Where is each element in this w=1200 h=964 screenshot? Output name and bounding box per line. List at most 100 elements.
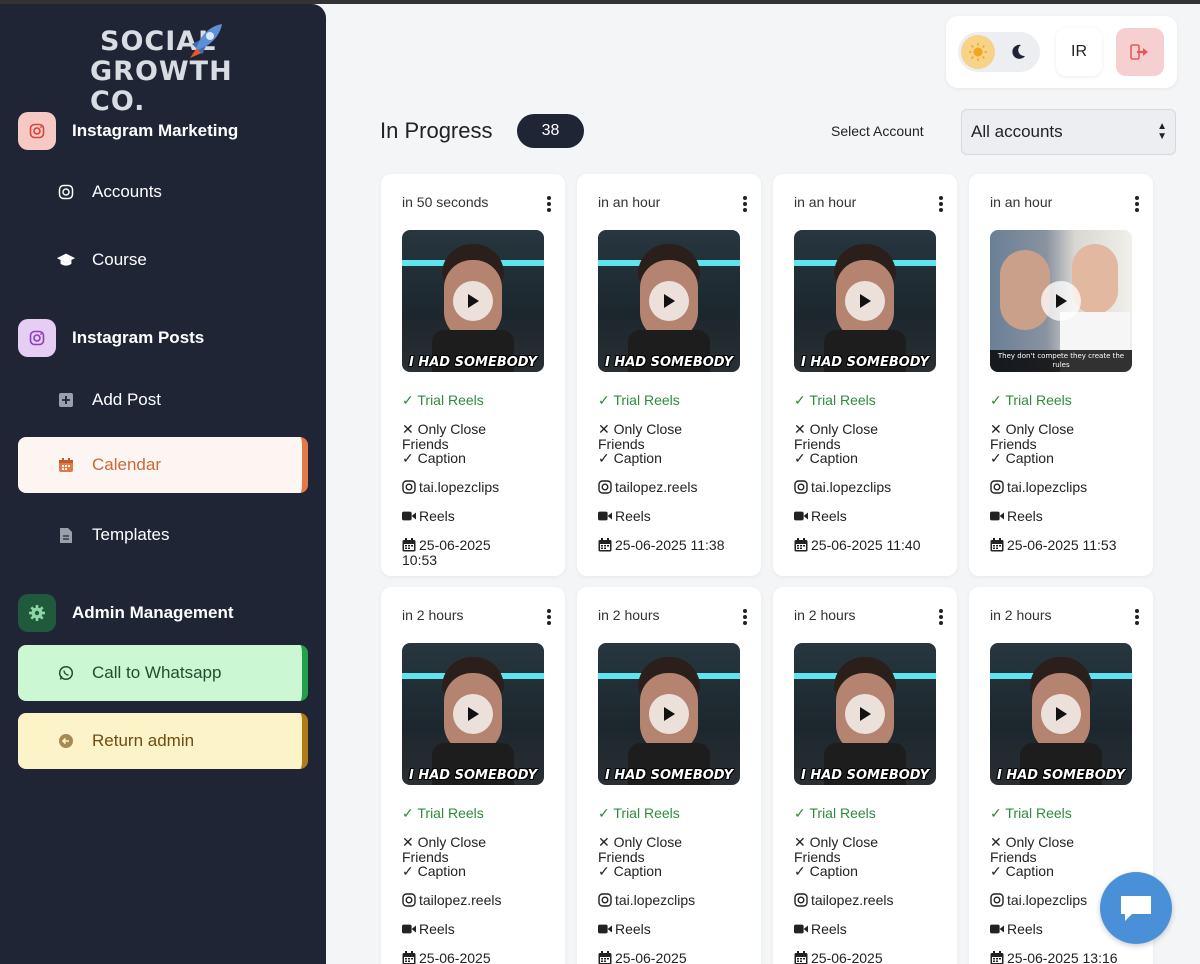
sidebar-item-templates[interactable]: Templates [18,507,308,563]
sidebar-item-label: Return admin [92,731,195,750]
more-vertical-icon[interactable] [939,196,945,212]
more-vertical-icon[interactable] [1135,196,1141,212]
sidebar-item-label: Templates [92,525,170,544]
play-icon[interactable] [649,281,689,321]
instagram-icon [18,319,56,357]
type-row: Reels [990,509,1043,524]
post-card[interactable]: in an hour They don't compete they create… [969,174,1153,576]
account-select[interactable]: All accounts ▲ ▼ [961,109,1176,155]
instagram-icon [990,893,1004,907]
trial-reels-status: ✓ Trial Reels [402,393,484,408]
card-text: Only Close Friends [990,834,1075,865]
play-icon[interactable] [1041,694,1081,734]
instagram-icon [990,480,1004,494]
more-vertical-icon[interactable] [1135,609,1141,625]
post-card[interactable]: in an hour I HAD SOMEBODY ✓ Trial Reels ✕ O… [577,174,761,576]
section-label: Admin Management [72,603,234,622]
calendar-icon [402,538,416,552]
thumbnail-caption: They don't compete they create the rules [990,350,1132,372]
instagram-icon [598,480,612,494]
page-title: In Progress [380,118,493,143]
close-friends-status: ✕ Only Close Friends [402,422,522,452]
sun-icon[interactable] [961,35,995,69]
play-icon[interactable] [845,694,885,734]
card-text: tai.lopezclips [1007,479,1088,495]
play-icon[interactable] [845,281,885,321]
sidebar-item-label: Calendar [92,455,161,474]
post-thumbnail[interactable]: I HAD SOMEBODY [990,643,1132,785]
play-icon[interactable] [453,281,493,321]
more-vertical-icon[interactable] [547,609,553,625]
sidebar-item-calendar[interactable]: Calendar [18,437,308,493]
graduation-cap-icon [56,250,76,270]
play-icon[interactable] [649,694,689,734]
calendar-icon [598,538,612,552]
trial-reels-status: ✓ Trial Reels [794,806,876,821]
trial-reels-status: ✓ Trial Reels [990,806,1072,821]
post-thumbnail[interactable]: I HAD SOMEBODY [598,643,740,785]
theme-toggle[interactable] [958,32,1040,72]
calendar-icon [598,951,612,964]
sidebar-item-whatsapp[interactable]: Call to Whatsapp [18,645,308,701]
post-thumbnail[interactable]: They don't compete they create the rules [990,230,1132,372]
more-vertical-icon[interactable] [743,196,749,212]
post-card[interactable]: in an hour I HAD SOMEBODY ✓ Trial Reels ✕ O… [773,174,957,576]
brand-logo[interactable]: SOCIAL GROWTH CO. [90,22,240,117]
post-thumbnail[interactable]: I HAD SOMEBODY [794,643,936,785]
section-instagram-posts[interactable]: Instagram Posts [18,319,204,357]
calendar-icon [794,538,808,552]
post-thumbnail[interactable]: I HAD SOMEBODY [402,643,544,785]
more-vertical-icon[interactable] [939,609,945,625]
card-text: Trial Reels [809,805,876,821]
post-thumbnail[interactable]: I HAD SOMEBODY [598,230,740,372]
more-vertical-icon[interactable] [743,609,749,625]
select-account-label: Select Account [831,123,924,139]
card-text: Trial Reels [1005,805,1072,821]
moon-icon[interactable] [1006,40,1030,64]
rocket-icon [190,24,222,58]
date-row: 25-06-2025 11:40 [794,538,954,553]
post-card[interactable]: in 2 hours I HAD SOMEBODY ✓ Trial Reels ✕ O… [773,587,957,964]
play-icon[interactable] [453,694,493,734]
chat-button[interactable] [1100,872,1172,944]
card-text: Trial Reels [1005,392,1072,408]
type-row: Reels [402,922,455,937]
post-card[interactable]: in 2 hours I HAD SOMEBODY ✓ Trial Reels ✕ O… [381,587,565,964]
post-card[interactable]: in 50 seconds I HAD SOMEBODY ✓ Trial Reels… [381,174,565,576]
sidebar-item-course[interactable]: Course [18,232,308,288]
instagram-icon [794,893,808,907]
sidebar-item-accounts[interactable]: Accounts [18,164,308,220]
type-row: Reels [598,922,651,937]
whatsapp-icon [56,663,76,683]
sidebar-item-add-post[interactable]: Add Post [18,372,308,428]
logout-button[interactable] [1116,28,1164,76]
x-icon: ✕ [990,421,1002,437]
caption-status: ✓ Caption [402,451,466,466]
card-text: Caption [613,863,662,879]
section-instagram-marketing[interactable]: Instagram Marketing [18,112,238,150]
x-icon: ✕ [794,421,806,437]
language-button[interactable]: IR [1056,28,1102,76]
section-admin-management[interactable]: Admin Management [18,594,234,632]
count-badge: 38 [517,114,584,148]
sidebar-item-return-admin[interactable]: Return admin [18,713,308,769]
account-row: tailopez.reels [794,893,894,908]
check-icon: ✓ [990,392,1002,408]
more-vertical-icon[interactable] [547,196,553,212]
trial-reels-status: ✓ Trial Reels [990,393,1072,408]
post-time: in an hour [990,194,1053,210]
type-row: Reels [990,922,1043,937]
post-thumbnail[interactable]: I HAD SOMEBODY [794,230,936,372]
post-time: in 2 hours [598,607,660,623]
account-row: tai.lopezclips [990,480,1087,495]
trial-reels-status: ✓ Trial Reels [794,393,876,408]
post-thumbnail[interactable]: I HAD SOMEBODY [402,230,544,372]
check-icon: ✓ [794,392,806,408]
play-icon[interactable] [1041,281,1081,321]
caption-status: ✓ Caption [990,864,1054,879]
post-card[interactable]: in 2 hours I HAD SOMEBODY ✓ Trial Reels ✕ O… [577,587,761,964]
date-row: 25-06-2025 11:53 [990,538,1150,553]
plus-square-icon [56,390,76,410]
post-time: in 50 seconds [402,194,489,210]
brand-line-2: GROWTH CO. [90,56,233,117]
